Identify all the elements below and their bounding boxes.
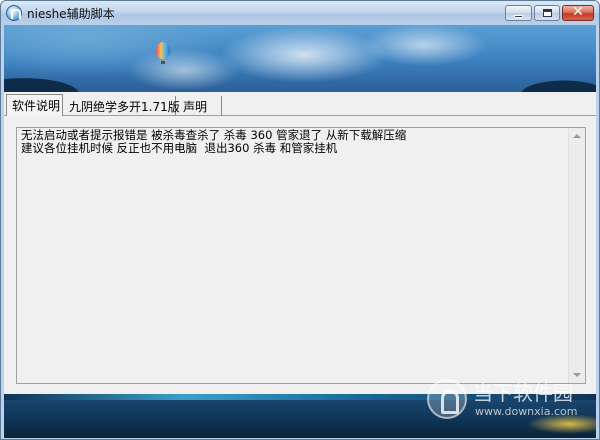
tab-statement[interactable]: 声明 (178, 96, 222, 116)
tab-content-panel: 无法启动或者提示报错是 被杀毒查杀了 杀毒 360 管家退了 从新下载解压缩 建… (4, 116, 596, 394)
tab-strip: 软件说明 九阴绝学多开1.71版 声明 (4, 92, 596, 117)
minimize-button[interactable] (505, 5, 532, 21)
site-watermark: 当下软件园 www.downxia.com (421, 375, 596, 437)
maximize-icon (543, 9, 552, 17)
title-bar[interactable]: nieshe辅助脚本 ✕ (1, 1, 599, 25)
tab-software-description[interactable]: 软件说明 (6, 94, 63, 117)
maximize-button[interactable] (534, 5, 560, 21)
description-textarea[interactable]: 无法启动或者提示报错是 被杀毒查杀了 杀毒 360 管家退了 从新下载解压缩 建… (16, 127, 586, 384)
vertical-scrollbar[interactable] (568, 128, 585, 383)
banner-hills (4, 64, 596, 92)
close-icon: ✕ (572, 4, 584, 20)
scroll-up-arrow-icon[interactable] (573, 134, 581, 138)
header-banner (4, 25, 596, 92)
memo-line: 建议各位挂机时候 反正也不用电脑 退出360 杀毒 和管家挂机 (21, 141, 338, 155)
window-title: nieshe辅助脚本 (27, 7, 115, 21)
memo-text: 无法启动或者提示报错是 被杀毒查杀了 杀毒 360 管家退了 从新下载解压缩 建… (21, 129, 566, 155)
close-button[interactable]: ✕ (562, 4, 594, 21)
tab-jiuyin-multi-open[interactable]: 九阴绝学多开1.71版 (64, 96, 180, 116)
hot-air-balloon-icon (156, 42, 170, 59)
app-window: nieshe辅助脚本 ✕ 软件说明 九阴绝学多开1.71版 声明 无法启动或者提… (0, 0, 600, 440)
minimize-icon (514, 15, 523, 18)
downxia-logo-icon (427, 379, 467, 419)
watermark-url: www.downxia.com (475, 405, 578, 418)
watermark-title: 当下软件园 (473, 381, 573, 405)
app-icon (6, 5, 22, 21)
